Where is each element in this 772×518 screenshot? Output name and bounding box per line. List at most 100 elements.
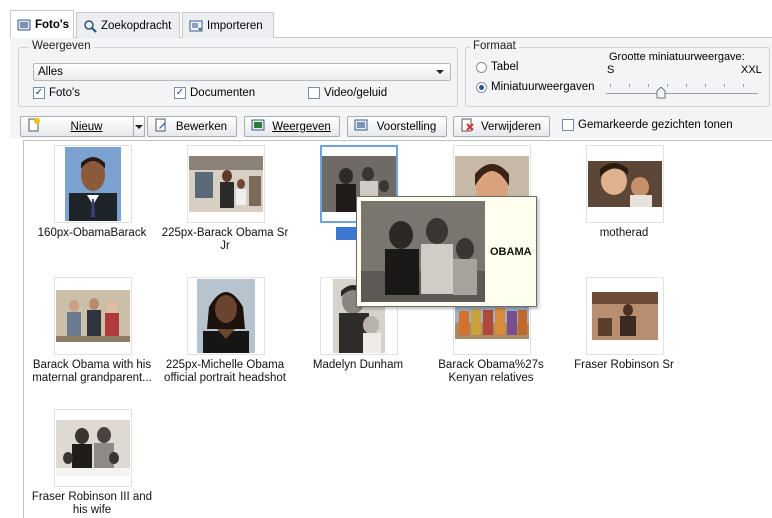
delete-button[interactable]: Verwijderen <box>453 116 550 137</box>
slider-tick <box>724 84 725 87</box>
view-button[interactable]: Weergeven <box>244 116 340 137</box>
documents-checkbox-label: Documenten <box>190 87 256 99</box>
view-button-label: Weergeven <box>272 120 331 133</box>
toolbar: Nieuw Bewerken Weergeven Voorstelling Ve… <box>10 114 772 138</box>
slider-thumb[interactable] <box>656 86 666 99</box>
photo-caption: motherad <box>599 227 649 239</box>
chevron-down-icon <box>135 124 143 129</box>
fraser-robinson-sr-thumbnail <box>592 292 658 340</box>
grandparents-thumbnail <box>56 290 130 342</box>
documents-checkbox-box[interactable]: ✓ <box>174 87 186 99</box>
view-legend: Weergeven <box>29 40 94 52</box>
slider-tick <box>743 84 744 87</box>
slider-tick <box>686 84 687 87</box>
portrait-thumbnail <box>65 147 121 221</box>
slideshow-icon <box>354 118 368 135</box>
photo-caption: Barack Obama%27s Kenyan relatives <box>438 359 544 384</box>
tab-search-label: Zoekopdracht <box>101 19 172 32</box>
table-radio-dot[interactable] <box>476 61 487 73</box>
delete-button-label: Verwijderen <box>480 120 542 133</box>
photo-caption: Madelyn Dunham <box>312 359 404 371</box>
photo-preview-tooltip: OBAMA <box>356 196 537 307</box>
photo-item[interactable]: Fraser Robinson Sr <box>558 277 690 387</box>
photo-thumbnail[interactable] <box>187 277 265 355</box>
mother-child-thumbnail <box>588 161 662 207</box>
tab-import-label: Importeren <box>207 19 263 32</box>
photo-caption: Fraser Robinson Sr <box>574 359 674 371</box>
thumbnail-size-label: Grootte miniatuurweergave: <box>609 51 745 63</box>
photo-caption: 160px-ObamaBarack <box>37 227 147 239</box>
show-faces-checkbox[interactable]: Gemarkeerde gezichten tonen <box>562 119 733 131</box>
slider-tick <box>610 84 611 87</box>
new-button-label: Nieuw <box>70 120 103 133</box>
slider-tick <box>705 84 706 87</box>
photo-item[interactable]: motherad <box>558 145 690 255</box>
photo-item[interactable]: 225px-Michelle Obama official portrait h… <box>159 277 291 387</box>
photo-caption: Barack Obama with his maternal grandpare… <box>32 359 152 384</box>
fraser-robinson-iii-thumbnail <box>56 420 130 476</box>
import-icon <box>189 19 203 33</box>
preview-image <box>361 201 485 302</box>
view-image-icon <box>251 118 265 135</box>
slideshow-button-label: Voorstelling <box>376 120 437 133</box>
photo-thumbnail[interactable] <box>54 277 132 355</box>
magnifier-icon <box>83 19 97 33</box>
view-filter-value: Alles <box>38 66 63 78</box>
thumbnails-radio-dot[interactable] <box>476 81 487 93</box>
format-legend: Formaat <box>470 40 519 52</box>
photo-tab-icon <box>17 18 31 32</box>
photos-checkbox-label: Foto's <box>49 87 80 99</box>
slider-track <box>606 93 758 94</box>
photo-thumbnail[interactable] <box>54 145 132 223</box>
edit-button-label: Bewerken <box>175 120 228 133</box>
size-max-label: XXL <box>741 64 762 76</box>
tab-import[interactable]: Importeren <box>182 12 274 38</box>
new-button[interactable]: Nieuw <box>20 116 134 137</box>
format-group: Formaat Tabel Miniatuurweergaven Grootte… <box>465 40 770 107</box>
table-radio-label: Tabel <box>491 61 519 73</box>
slideshow-button[interactable]: Voorstelling <box>347 116 447 137</box>
photo-caption: Fraser Robinson III and his wife <box>31 491 153 516</box>
preview-title: OBAMA <box>490 246 532 258</box>
thumbnails-radio[interactable]: Miniatuurweergaven <box>476 81 595 93</box>
photo-item[interactable]: 160px-ObamaBarack <box>26 145 158 255</box>
video-audio-checkbox[interactable]: Video/geluid <box>308 87 387 99</box>
chevron-down-icon <box>436 70 444 74</box>
view-group: Weergeven Alles ✓ Foto's ✓ Documenten Vi… <box>18 40 458 107</box>
photo-thumbnail[interactable] <box>586 145 664 223</box>
thumbnail-size-slider[interactable] <box>606 76 758 100</box>
tab-photos-label: Foto's <box>35 18 70 31</box>
slider-tick <box>629 84 630 87</box>
tab-search[interactable]: Zoekopdracht <box>76 12 180 38</box>
michelle-portrait-thumbnail <box>197 279 255 353</box>
video-audio-checkbox-label: Video/geluid <box>324 87 388 99</box>
view-filter-select[interactable]: Alles <box>33 63 451 81</box>
show-faces-checkbox-box[interactable] <box>562 119 574 131</box>
photo-thumbnail[interactable] <box>586 277 664 355</box>
photo-item[interactable]: Fraser Robinson III and his wife <box>26 409 158 518</box>
show-faces-label: Gemarkeerde gezichten tonen <box>578 119 733 131</box>
photos-checkbox-box[interactable]: ✓ <box>33 87 45 99</box>
tab-bar: Foto's Zoekopdracht Importeren <box>10 8 772 38</box>
photo-thumbnail[interactable] <box>54 409 132 487</box>
photo-thumbnail[interactable] <box>187 145 265 223</box>
thumbnails-radio-label: Miniatuurweergaven <box>491 81 595 93</box>
photos-checkbox[interactable]: ✓ Foto's <box>33 87 80 99</box>
table-radio[interactable]: Tabel <box>476 61 519 73</box>
size-min-label: S <box>607 64 615 76</box>
photo-item[interactable]: 225px-Barack Obama Sr Jr <box>159 145 291 255</box>
photo-caption: 225px-Michelle Obama official portrait h… <box>164 359 286 384</box>
new-doc-icon <box>27 118 41 135</box>
photo-caption: 225px-Barack Obama Sr Jr <box>161 227 289 252</box>
photo-item[interactable]: Barack Obama with his maternal grandpare… <box>26 277 158 387</box>
documents-checkbox[interactable]: ✓ Documenten <box>174 87 255 99</box>
delete-icon <box>460 118 474 135</box>
edit-button[interactable]: Bewerken <box>147 116 237 137</box>
video-audio-checkbox-box[interactable] <box>308 87 320 99</box>
options-panel: Weergeven Alles ✓ Foto's ✓ Documenten Vi… <box>10 38 772 114</box>
family-photo-thumbnail <box>189 156 263 212</box>
new-dropdown-button[interactable] <box>133 116 145 137</box>
tab-photos[interactable]: Foto's <box>10 10 74 38</box>
edit-icon <box>154 118 168 135</box>
slider-tick <box>667 84 668 87</box>
